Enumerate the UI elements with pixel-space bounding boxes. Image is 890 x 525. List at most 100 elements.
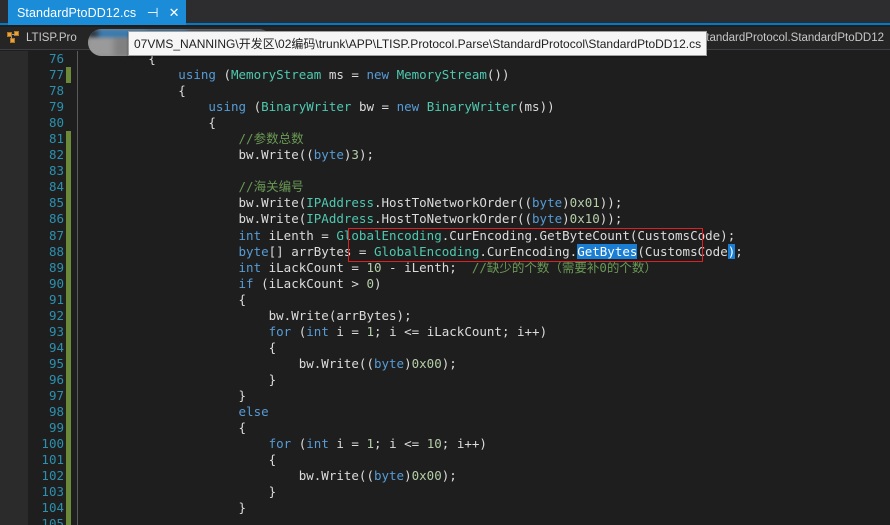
file-path-tooltip: 07VMS_NANNING\开发区\02编码\trunk\APP\LTISP.P… <box>128 31 708 56</box>
code-line[interactable]: 104 } <box>0 500 890 517</box>
document-tab-strip: StandardPtoDD12.cs ⊣ ✕ <box>0 0 890 25</box>
line-number: 104 <box>41 500 64 516</box>
code-line-text: //参数总数 <box>88 131 304 147</box>
change-bar-marker <box>66 291 71 308</box>
code-line-text: { <box>88 339 277 355</box>
line-number: 86 <box>48 211 64 227</box>
change-bar-marker <box>66 436 71 453</box>
code-line[interactable]: 93 for (int i = 1; i <= iLackCount; i++) <box>0 323 890 340</box>
line-number: 82 <box>48 147 64 163</box>
line-number: 92 <box>48 307 64 323</box>
change-bar-marker <box>66 195 71 212</box>
line-number: 97 <box>48 387 64 403</box>
change-bar-marker <box>66 243 71 260</box>
change-bar-marker <box>66 404 71 421</box>
code-line[interactable]: 92 bw.Write(arrBytes); <box>0 307 890 324</box>
line-number: 78 <box>48 83 64 99</box>
close-icon[interactable]: ✕ <box>169 6 180 19</box>
code-line[interactable]: 90 if (iLackCount > 0) <box>0 275 890 292</box>
code-line-text: { <box>88 420 247 436</box>
code-line[interactable]: 87 int iLenth = GlobalEncoding.CurEncodi… <box>0 227 890 244</box>
code-line[interactable]: 80 { <box>0 115 890 131</box>
code-line[interactable]: 96 } <box>0 371 890 388</box>
code-line[interactable]: 94 { <box>0 339 890 356</box>
code-line[interactable]: 99 { <box>0 420 890 437</box>
code-editor[interactable]: 76 {77 using (MemoryStream ms = new Memo… <box>0 51 890 525</box>
line-number: 101 <box>41 452 64 468</box>
change-bar-marker <box>66 323 71 340</box>
line-number: 91 <box>48 291 64 307</box>
line-number: 98 <box>48 404 64 420</box>
code-line-text: bw.Write((byte)0x00); <box>88 468 457 484</box>
code-line-text: } <box>88 371 277 387</box>
code-line[interactable]: 85 bw.Write(IPAddress.HostToNetworkOrder… <box>0 195 890 212</box>
code-line[interactable]: 86 bw.Write(IPAddress.HostToNetworkOrder… <box>0 211 890 228</box>
code-line-text: { <box>88 115 216 131</box>
change-bar-marker <box>66 500 71 517</box>
vs-code-editor-window: StandardPtoDD12.cs ⊣ ✕ LTISP.Pro Parse.S… <box>0 0 890 525</box>
code-line-text: } <box>88 500 247 516</box>
code-line[interactable]: 81 //参数总数 <box>0 131 890 148</box>
code-line[interactable]: 100 for (int i = 1; i <= 10; i++) <box>0 436 890 453</box>
code-line[interactable]: 79 using (BinaryWriter bw = new BinaryWr… <box>0 99 890 115</box>
line-number: 85 <box>48 195 64 211</box>
code-line-text: else <box>88 404 269 420</box>
code-line[interactable]: 89 int iLackCount = 10 - iLenth; //缺少的个数… <box>0 259 890 276</box>
code-line-text: { <box>88 452 277 468</box>
change-bar-marker <box>66 83 71 99</box>
code-line-text: //海关编号 <box>88 179 304 195</box>
code-line[interactable]: 97 } <box>0 387 890 405</box>
code-line[interactable]: 103 } <box>0 484 890 501</box>
code-line-text: byte[] arrBytes = GlobalEncoding.CurEnco… <box>88 243 743 259</box>
line-number: 87 <box>48 227 64 243</box>
line-number: 88 <box>48 243 64 259</box>
line-number: 100 <box>41 436 64 452</box>
code-line[interactable]: 95 bw.Write((byte)0x00); <box>0 355 890 372</box>
code-line-text: { <box>88 83 186 99</box>
code-line[interactable]: 91 { <box>0 291 890 308</box>
code-line-text: bw.Write(arrBytes); <box>88 307 412 323</box>
navbar-project-dropdown[interactable]: LTISP.Pro <box>0 31 77 45</box>
code-line-text: { <box>88 291 247 307</box>
code-line-text: bw.Write(IPAddress.HostToNetworkOrder((b… <box>88 211 623 227</box>
code-line-text: bw.Write(IPAddress.HostToNetworkOrder((b… <box>88 195 623 211</box>
document-tab-standardptodd12[interactable]: StandardPtoDD12.cs ⊣ ✕ <box>8 0 187 25</box>
code-line-text: for (int i = 1; i <= 10; i++) <box>88 436 487 452</box>
change-bar-marker <box>66 387 71 405</box>
change-bar-marker <box>66 227 71 244</box>
project-icon <box>7 31 21 45</box>
change-bar-marker <box>66 163 71 180</box>
code-line[interactable]: 101 { <box>0 452 890 469</box>
line-number: 90 <box>48 275 64 291</box>
line-number: 102 <box>41 468 64 484</box>
code-line[interactable]: 84 //海关编号 <box>0 179 890 196</box>
code-line-text: int iLenth = GlobalEncoding.CurEncoding.… <box>88 227 736 243</box>
code-line-text: if (iLackCount > 0) <box>88 275 382 291</box>
code-line[interactable]: 105 <box>0 516 890 525</box>
code-line[interactable]: 82 bw.Write((byte)3); <box>0 147 890 164</box>
change-bar-marker <box>66 51 71 67</box>
line-number: 84 <box>48 179 64 195</box>
line-number: 83 <box>48 163 64 179</box>
code-line[interactable]: 102 bw.Write((byte)0x00); <box>0 468 890 485</box>
file-path-tooltip-text: 07VMS_NANNING\开发区\02编码\trunk\APP\LTISP.P… <box>134 37 702 51</box>
code-line[interactable]: 88 byte[] arrBytes = GlobalEncoding.CurE… <box>0 243 890 260</box>
code-line[interactable]: 83 <box>0 163 890 180</box>
code-line[interactable]: 98 else <box>0 404 890 421</box>
change-bar-marker <box>66 371 71 388</box>
line-number: 93 <box>48 323 64 339</box>
code-line[interactable]: 77 using (MemoryStream ms = new MemorySt… <box>0 67 890 84</box>
code-line-text: bw.Write((byte)0x00); <box>88 355 457 371</box>
line-number: 80 <box>48 115 64 131</box>
change-bar-marker <box>66 179 71 196</box>
line-number: 95 <box>48 355 64 371</box>
line-number: 77 <box>48 67 64 83</box>
line-number: 105 <box>41 516 64 525</box>
change-bar-marker <box>66 147 71 164</box>
line-number: 94 <box>48 339 64 355</box>
line-number: 96 <box>48 371 64 387</box>
change-bar-marker <box>66 339 71 356</box>
pin-icon[interactable]: ⊣ <box>147 6 159 19</box>
code-line[interactable]: 78 { <box>0 83 890 99</box>
change-bar-marker <box>66 452 71 469</box>
